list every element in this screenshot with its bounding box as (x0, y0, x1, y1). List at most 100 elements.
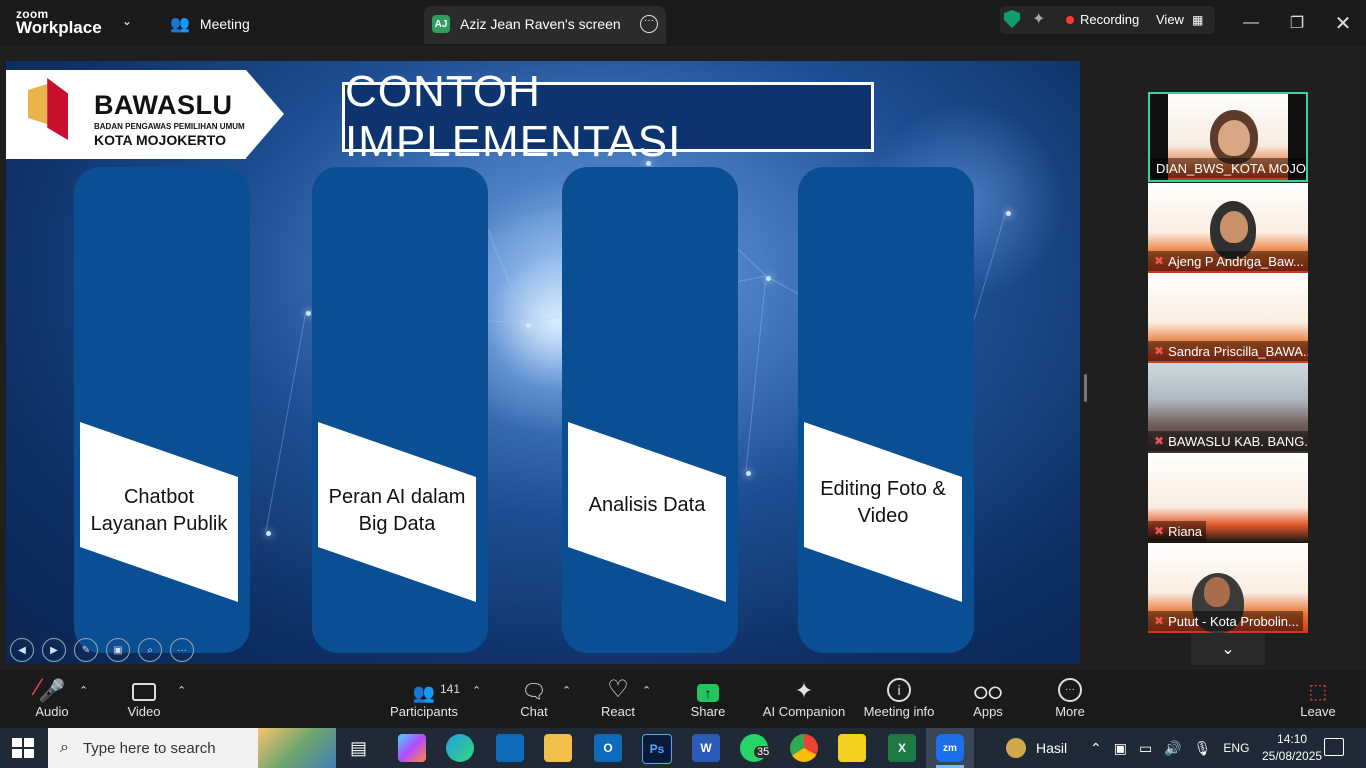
card-line: Video (857, 505, 909, 527)
outlook-icon[interactable]: O (594, 734, 622, 762)
scroll-down-icon[interactable]: ⌄ (1191, 633, 1265, 665)
network-icon[interactable]: ▣ (1114, 740, 1127, 757)
participant-name: BAWASLU KAB. BANG... (1168, 433, 1308, 449)
logo-city: KOTA MOJOKERTO (94, 132, 226, 148)
weather-label: Hasil (1036, 740, 1068, 756)
meeting-info-label: Meeting info (863, 704, 935, 719)
participant-name: Ajeng P Andriga_Baw... (1168, 253, 1304, 269)
mic-icon[interactable]: 🎙 (1194, 740, 1212, 757)
shared-screen-tab[interactable]: AJ Aziz Jean Raven's screen ··· (424, 6, 666, 44)
notifications-icon[interactable] (1324, 738, 1344, 756)
excel-icon[interactable]: X (888, 734, 916, 762)
word-icon[interactable]: W (692, 734, 720, 762)
chrome-icon[interactable] (790, 734, 818, 762)
participants-options-caret[interactable]: ⌃ (472, 684, 481, 697)
react-label: React (601, 704, 635, 719)
weather-icon (1006, 738, 1026, 758)
video-tile[interactable]: ✖ Sandra Priscilla_BAWA... (1148, 273, 1308, 363)
video-button[interactable]: Video (124, 676, 164, 719)
sparkle-icon[interactable]: ✦ (1032, 9, 1045, 29)
volume-icon[interactable]: 🔊 (1164, 740, 1181, 757)
participant-name: DIAN_BWS_KOTA MOJO... (1150, 158, 1306, 178)
slides-grid-icon[interactable]: ▣ (106, 638, 130, 662)
more-options-icon[interactable]: ··· (640, 15, 658, 33)
react-options-caret[interactable]: ⌃ (642, 684, 651, 697)
copilot-icon[interactable] (398, 734, 426, 762)
leave-icon: ⬚ (1308, 681, 1328, 703)
video-tile[interactable]: ✖ Ajeng P Andriga_Baw... (1148, 183, 1308, 273)
store-icon[interactable] (496, 734, 524, 762)
video-tile[interactable]: ✖ BAWASLU KAB. BANG... (1148, 363, 1308, 453)
participant-name: Sandra Priscilla_BAWA... (1168, 343, 1308, 359)
more-icon[interactable]: ··· (170, 638, 194, 662)
participants-label: Participants (390, 704, 458, 719)
share-button[interactable]: ↑ Share (688, 676, 728, 719)
close-icon[interactable]: ✕ (1320, 0, 1366, 46)
photoshop-icon[interactable]: Ps (642, 734, 672, 764)
apps-button[interactable]: ⭘⭘ Apps (968, 676, 1008, 719)
slide-title: CONTOH IMPLEMENTASI (342, 67, 874, 166)
card-line: Analisis Data (588, 494, 706, 516)
pen-icon[interactable]: ✎ (74, 638, 98, 662)
minimize-icon[interactable]: — (1228, 0, 1274, 46)
heart-icon: ♡ (607, 676, 629, 703)
edge-icon[interactable] (446, 734, 474, 762)
bawaslu-logo: BAWASLU BADAN PENGAWAS PEMILIHAN UMUM KO… (6, 70, 246, 159)
react-button[interactable]: ♡ React (598, 676, 638, 719)
sticky-notes-icon[interactable] (838, 734, 866, 762)
card-line: Editing Foto & (820, 478, 946, 500)
taskbar-search[interactable]: ⌕ Type here to search (48, 728, 336, 768)
next-slide-icon[interactable]: ▶ (42, 638, 66, 662)
video-tile[interactable]: DIAN_BWS_KOTA MOJO... (1148, 92, 1308, 182)
recording-label: Recording (1080, 12, 1140, 27)
meeting-info-button[interactable]: i Meeting info (862, 676, 936, 719)
view-label: View (1156, 12, 1184, 27)
chat-button[interactable]: 🗨 Chat (514, 676, 554, 719)
recording-indicator[interactable]: Recording (1066, 12, 1139, 27)
zoom-logo: Workplace (16, 18, 102, 37)
card-line: Big Data (358, 513, 436, 535)
restore-icon[interactable]: ❐ (1274, 0, 1320, 46)
meeting-tab[interactable]: 👥 Meeting (170, 14, 250, 34)
audio-button[interactable]: 🎤 ∕ Audio (32, 674, 72, 719)
previous-slide-icon[interactable]: ◀ (10, 638, 34, 662)
chevron-up-icon[interactable]: ⌃ (1090, 740, 1102, 757)
audio-options-caret[interactable]: ⌃ (79, 684, 88, 697)
battery-icon[interactable]: ▭ (1139, 740, 1152, 757)
windows-start-icon[interactable] (12, 738, 34, 758)
mic-muted-icon: 🎤 ∕ (36, 674, 66, 703)
meeting-toolbar (0, 670, 1366, 728)
clock-time: 14:10 (1277, 732, 1308, 746)
panel-resize-handle[interactable] (1084, 374, 1087, 402)
zoom-taskbar-icon[interactable]: zm (936, 734, 964, 762)
participants-icon: 👥 (412, 683, 436, 703)
chevron-down-icon[interactable]: ⌄ (122, 14, 132, 28)
more-button[interactable]: ··· More (1050, 676, 1090, 719)
language-indicator[interactable]: ENG (1223, 741, 1249, 755)
record-dot-icon (1066, 15, 1074, 24)
leave-button[interactable]: ⬚ Leave (1298, 676, 1338, 719)
chat-options-caret[interactable]: ⌃ (562, 684, 571, 697)
chat-label: Chat (520, 704, 548, 719)
ai-sparkle-icon: ✦ (794, 678, 814, 703)
card-editing: Editing Foto & Video (798, 167, 974, 653)
video-tile[interactable]: ✖ Putut - Kota Probolin... (1148, 543, 1308, 633)
file-explorer-icon[interactable] (544, 734, 572, 762)
search-highlight-image (258, 728, 336, 768)
ai-companion-label: AI Companion (762, 704, 846, 719)
clock-date: 25/08/2025 (1262, 749, 1323, 763)
card-big-data: Peran AI dalam Big Data (312, 167, 488, 653)
grid-icon: ▦ (1191, 12, 1204, 27)
video-options-caret[interactable]: ⌃ (177, 684, 186, 697)
zoom-icon[interactable]: ⌕ (138, 638, 162, 662)
mic-muted-icon: ✖ (1154, 254, 1165, 268)
view-button[interactable]: View ▦ (1156, 12, 1203, 27)
task-view-icon[interactable]: ▤ (350, 738, 367, 759)
mic-muted-icon: ✖ (1154, 614, 1165, 628)
participant-name: Putut - Kota Probolin... (1168, 613, 1299, 629)
ai-companion-button[interactable]: ✦ AI Companion (762, 676, 846, 719)
apps-label: Apps (973, 704, 1003, 719)
weather-widget[interactable]: Hasil (1006, 728, 1067, 768)
clock[interactable]: 14:10 25/08/2025 (1262, 731, 1322, 765)
video-tile[interactable]: ✖ Riana (1148, 453, 1308, 543)
